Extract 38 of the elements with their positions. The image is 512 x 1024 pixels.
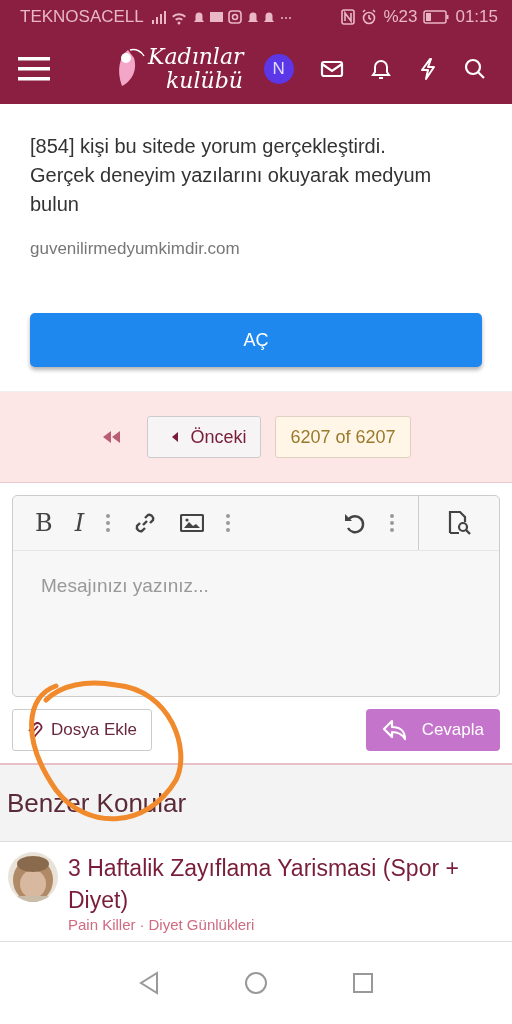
bold-button[interactable]: B [35, 509, 53, 537]
thread-author[interactable]: Pain Killer [68, 916, 136, 933]
open-button[interactable]: AÇ [30, 313, 482, 367]
ad-domain[interactable]: guvenilirmedyumkimdir.com [30, 239, 482, 259]
more-icon[interactable] [226, 514, 231, 532]
paperclip-icon [27, 721, 43, 739]
battery-percent: %23 [383, 7, 418, 27]
image-icon[interactable] [180, 513, 205, 533]
carrier-name: TEKNOSACELL [20, 7, 144, 27]
alarm-icon [361, 9, 378, 25]
separator-dot: · [139, 916, 145, 933]
recents-icon[interactable] [352, 972, 374, 994]
home-icon[interactable] [244, 971, 268, 995]
battery-icon [423, 10, 450, 24]
bell-icon[interactable] [369, 57, 392, 81]
attach-file-button[interactable]: Dosya Ekle [12, 709, 152, 751]
mail-icon[interactable] [319, 59, 344, 79]
caret-icon [172, 432, 179, 442]
previous-button[interactable]: Önceki [147, 416, 262, 458]
more-icon[interactable] [390, 514, 394, 532]
menu-icon[interactable] [18, 56, 50, 82]
logo-text[interactable]: kulübü [148, 69, 244, 93]
reply-icon [381, 719, 408, 741]
thread-title[interactable]: 3 Haftalik Zayıflama Yarismasi (Spor + Diyet) [68, 852, 504, 916]
logo-text[interactable]: Kadınlar [148, 45, 244, 69]
back-icon[interactable] [138, 971, 160, 995]
message-editor[interactable]: B I Mesajınızı yazınız... [12, 495, 500, 697]
clock: 01:15 [455, 7, 498, 27]
thread-forum[interactable]: Diyet Günlükleri [148, 916, 255, 933]
italic-button[interactable]: I [74, 509, 85, 537]
nfc-icon [341, 9, 356, 25]
ad-text: [854] kişi bu sitede yorum gerçekleştirdi. Gerçek deneyim yazılarını okuyarak medyum bulun [30, 134, 433, 217]
more-icon[interactable] [106, 514, 111, 532]
search-icon[interactable] [463, 58, 486, 80]
first-page-icon[interactable] [101, 430, 122, 444]
page-indicator[interactable]: 6207 of 6207 [275, 416, 411, 458]
user-avatar[interactable]: N [263, 54, 294, 84]
message-field[interactable]: Mesajınızı yazınız... [13, 551, 499, 696]
